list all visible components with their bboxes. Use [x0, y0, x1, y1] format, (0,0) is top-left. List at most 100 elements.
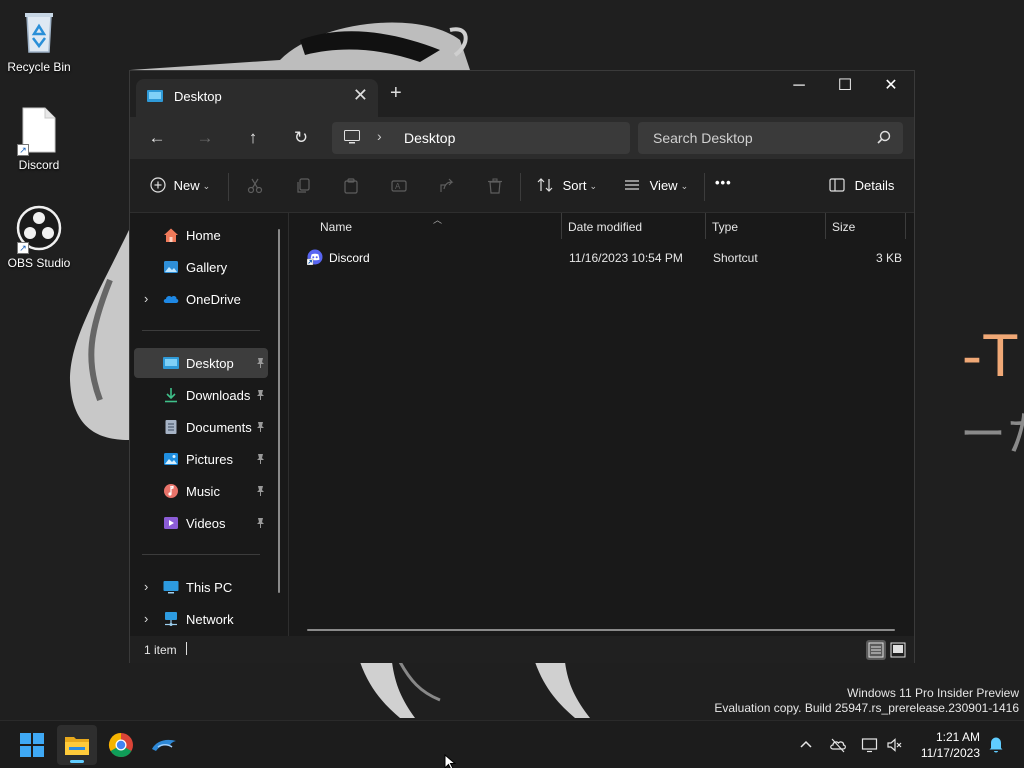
notification-bell-icon[interactable]	[988, 736, 1004, 754]
home-icon	[164, 228, 178, 242]
shortcut-arrow-icon: ↗	[17, 242, 29, 254]
column-divider[interactable]	[705, 213, 706, 239]
file-size: 3 KB	[876, 251, 903, 265]
command-bar: New ⌄ A Sort ⌄ View ⌄ ••• Details	[130, 159, 914, 213]
sidebar-item-onedrive[interactable]: › OneDrive	[134, 284, 268, 314]
delete-icon[interactable]	[487, 178, 503, 194]
address-bar[interactable]: › Desktop	[332, 122, 630, 154]
up-button[interactable]: ↑	[240, 125, 266, 151]
search-input[interactable]: Search Desktop	[653, 130, 753, 146]
sidebar-item-this-pc[interactable]: › This PC	[134, 572, 268, 602]
chevron-down-icon: ⌄	[202, 181, 211, 191]
volume-muted-icon[interactable]	[886, 736, 904, 754]
sidebar-item-home[interactable]: Home	[134, 220, 268, 250]
network-display-icon[interactable]	[861, 736, 879, 754]
cut-icon[interactable]	[247, 178, 263, 194]
navigation-pane-scrollbar[interactable]	[278, 229, 280, 593]
view-list-icon	[625, 180, 639, 190]
sidebar-item-label: Desktop	[186, 356, 234, 371]
taskbar-clock[interactable]: 1:21 AM 11/17/2023	[921, 729, 980, 761]
pin-icon	[257, 422, 264, 432]
sort-button[interactable]: Sort ⌄	[537, 177, 597, 193]
column-header-size[interactable]: Size	[832, 220, 855, 234]
breadcrumb-desktop[interactable]: Desktop	[404, 130, 455, 146]
table-row[interactable]: Discord 11/16/2023 10:54 PM Shortcut 3 K…	[301, 245, 909, 271]
windows-start-icon	[20, 733, 44, 757]
column-divider[interactable]	[825, 213, 826, 239]
file-date-modified: 11/16/2023 10:54 PM	[569, 251, 683, 265]
sidebar-item-label: Documents	[186, 420, 252, 435]
onedrive-offline-icon[interactable]	[829, 736, 847, 754]
see-more-button[interactable]: •••	[715, 175, 732, 190]
sidebar-item-music[interactable]: Music	[134, 476, 268, 506]
this-pc-icon[interactable]	[344, 130, 360, 144]
close-window-button[interactable]: ✕	[868, 71, 914, 101]
column-header-name[interactable]: Name	[320, 220, 352, 234]
desktop-icon-obs-studio[interactable]: ↗ OBS Studio	[1, 204, 77, 270]
maximize-button[interactable]: ☐	[822, 71, 868, 101]
column-header-type[interactable]: Type	[712, 220, 738, 234]
view-button[interactable]: View ⌄	[624, 177, 688, 193]
documents-icon	[165, 420, 177, 434]
rename-icon[interactable]: A	[391, 178, 407, 194]
start-button[interactable]	[12, 725, 52, 765]
new-tab-button[interactable]: +	[390, 83, 402, 103]
paste-icon[interactable]	[343, 178, 359, 194]
active-app-indicator	[70, 760, 84, 763]
tab-close-button[interactable]: ✕	[353, 85, 368, 106]
pin-icon	[257, 358, 264, 368]
details-button-label: Details	[854, 178, 895, 193]
title-bar[interactable]: Desktop ✕ + ─ ☐ ✕	[130, 71, 914, 117]
expand-chevron-icon[interactable]: ›	[144, 291, 148, 306]
sidebar-item-documents[interactable]: Documents	[134, 412, 268, 442]
sidebar-item-desktop[interactable]: Desktop	[134, 348, 268, 378]
details-pane-icon	[829, 178, 845, 192]
status-divider	[186, 642, 187, 655]
obs-studio-icon: ↗	[15, 204, 63, 254]
new-button-label: New	[173, 178, 200, 193]
taskbar-chrome[interactable]	[101, 725, 141, 765]
expand-chevron-icon[interactable]: ›	[144, 611, 148, 626]
column-header-date-modified[interactable]: Date modified	[568, 220, 642, 234]
details-view-button[interactable]	[866, 640, 886, 660]
chevron-up-icon[interactable]	[797, 736, 815, 754]
gallery-icon	[164, 261, 178, 273]
tab-title: Desktop	[174, 89, 222, 104]
refresh-button[interactable]: ↻	[288, 125, 314, 151]
taskbar-file-explorer[interactable]	[57, 725, 97, 765]
sidebar-item-network[interactable]: › Network	[134, 604, 268, 634]
pin-icon	[257, 390, 264, 400]
sidebar-item-videos[interactable]: Videos	[134, 508, 268, 538]
dolphin-icon	[152, 739, 176, 751]
navigation-pane: Home Gallery › OneDrive Desktop Download…	[130, 213, 288, 636]
shortcut-arrow-icon: ↗	[17, 144, 29, 156]
minimize-button[interactable]: ─	[776, 71, 822, 101]
sidebar-item-pictures[interactable]: Pictures	[134, 444, 268, 474]
search-box[interactable]: Search Desktop	[638, 122, 903, 154]
sidebar-item-gallery[interactable]: Gallery	[134, 252, 268, 282]
copy-icon[interactable]	[295, 178, 311, 194]
breadcrumb-separator-icon[interactable]: ›	[377, 128, 382, 144]
sidebar-divider	[142, 330, 260, 331]
expand-chevron-icon[interactable]: ›	[144, 579, 148, 594]
column-divider[interactable]	[905, 213, 906, 239]
desktop-icon-discord[interactable]: ↗ Discord	[1, 106, 77, 172]
taskbar-dolphin[interactable]	[144, 725, 184, 765]
sidebar-item-downloads[interactable]: Downloads	[134, 380, 268, 410]
desktop-folder-icon	[147, 90, 163, 102]
details-pane-button[interactable]: Details	[829, 177, 894, 193]
command-separator	[520, 173, 521, 201]
back-button[interactable]: ←	[144, 125, 170, 151]
share-icon[interactable]	[439, 178, 455, 194]
large-icons-view-button[interactable]	[888, 640, 908, 660]
tiles-view-icon	[890, 642, 906, 658]
horizontal-scrollbar[interactable]	[307, 629, 895, 631]
forward-button[interactable]: →	[192, 125, 218, 151]
file-name: Discord	[329, 251, 370, 265]
column-divider[interactable]	[561, 213, 562, 239]
tab-desktop[interactable]: Desktop ✕	[136, 79, 378, 117]
file-shortcut-icon: ↗	[15, 106, 63, 156]
new-button[interactable]: New ⌄	[150, 177, 210, 193]
pictures-icon	[164, 453, 178, 465]
desktop-icon-recycle-bin[interactable]: Recycle Bin	[1, 8, 77, 74]
